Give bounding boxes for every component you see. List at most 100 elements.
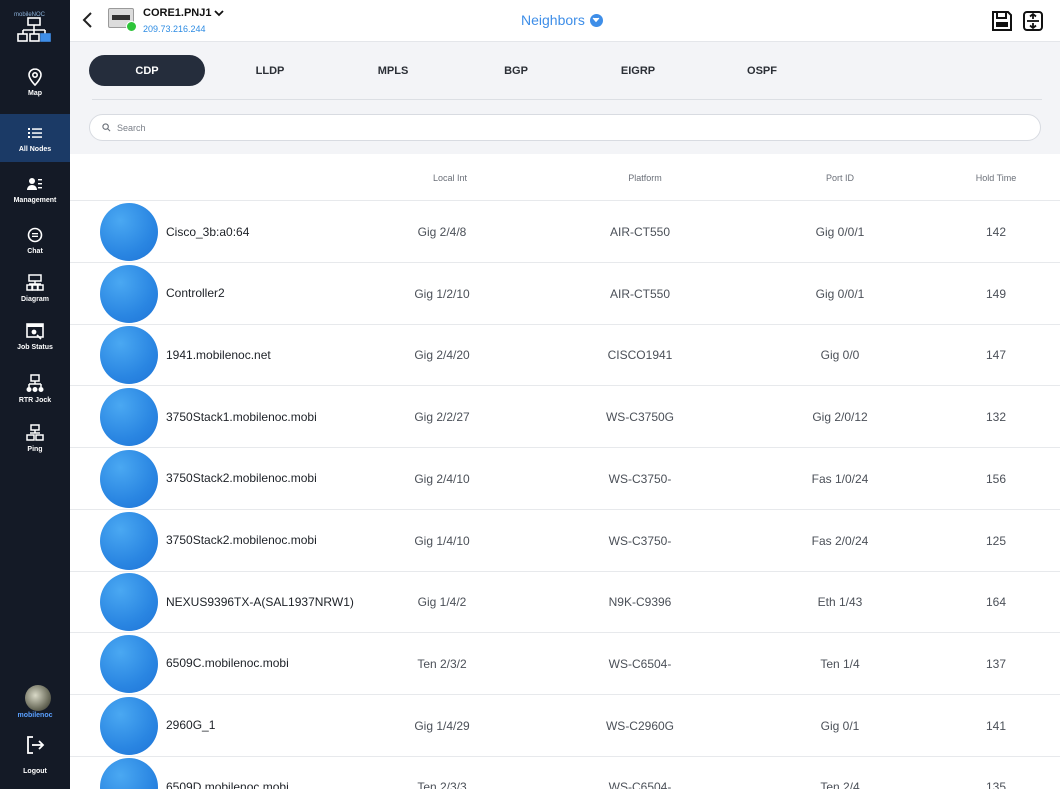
hold-time-cell: 147	[985, 348, 1007, 363]
sidebar-item-diagram[interactable]: Diagram	[0, 264, 70, 312]
logout-button[interactable]: Logout	[0, 734, 70, 782]
node-avatar	[100, 264, 158, 323]
sidebar-item-map[interactable]: Map	[0, 58, 70, 106]
sidebar-item-label: Map	[28, 90, 42, 97]
tab-eigrp[interactable]: EIGRP	[598, 55, 678, 86]
local-int-cell: Ten 2/3/2	[417, 656, 467, 671]
sidebar-item-label: Management	[13, 197, 57, 204]
table-row[interactable]: Cisco_3b:a0:64 Gig 2/4/8 AIR-CT550 Gig 0/0/…	[70, 201, 1060, 263]
sidebar-item-all-nodes[interactable]: All Nodes	[0, 114, 70, 162]
table-row[interactable]: NEXUS9396TX-A(SAL1937NRW1) Gig 1/4/2 N9K-C…	[70, 571, 1060, 634]
node-avatar	[100, 634, 158, 693]
neighbors-table: Local Int Platform Port ID Hold Time Cis…	[70, 154, 1060, 789]
search-icon	[102, 123, 111, 132]
chat-icon	[27, 227, 43, 243]
platform-cell: AIR-CT550	[609, 225, 671, 239]
rtr-jock-icon	[26, 374, 44, 392]
platform-cell: WS-C3750-	[608, 471, 672, 486]
node-avatar	[100, 573, 158, 632]
platform-cell: WS-C3750G	[605, 410, 675, 425]
table-header: Local Int Platform Port ID Hold Time	[70, 154, 1060, 201]
tab-cdp[interactable]: CDP	[89, 55, 205, 86]
sidebar: mobileNOC Map All Nodes Management Chat …	[0, 0, 70, 789]
search-box[interactable]	[89, 114, 1041, 141]
table-row[interactable]: 3750Stack2.mobilenoc.mobi Gig 1/4/10 WS-C3…	[70, 510, 1060, 572]
local-int-cell: Gig 2/4/8	[417, 225, 467, 239]
port-id-cell: Ten 2/4	[820, 780, 860, 789]
port-id-cell: Gig 0/0	[820, 348, 860, 363]
hold-time-cell: 141	[985, 718, 1007, 733]
table-row[interactable]: 3750Stack1.mobilenoc.mobi Gig 2/2/27 WS-C3…	[70, 386, 1060, 449]
table-row[interactable]: 3750Stack2.mobilenoc.mobi Gig 2/4/10 WS-C3…	[70, 448, 1060, 510]
user-avatar[interactable]	[25, 685, 51, 711]
local-int-cell: Gig 2/4/10	[414, 471, 470, 486]
hold-time-cell: 135	[985, 780, 1007, 789]
hold-time-cell: 137	[985, 656, 1007, 671]
page-title: Neighbors	[521, 12, 585, 28]
diagram-icon	[26, 274, 44, 291]
back-arrow-icon[interactable]	[80, 10, 96, 30]
column-header-platform: Platform	[628, 173, 662, 183]
platform-cell: N9K-C9396	[608, 595, 672, 610]
port-id-cell: Eth 1/43	[817, 595, 863, 610]
local-int-cell: Ten 2/3/3	[417, 780, 467, 789]
node-avatar	[100, 511, 158, 570]
hold-time-cell: 149	[985, 286, 1007, 301]
page-title-dropdown[interactable]: Neighbors	[521, 12, 603, 28]
port-id-cell: Gig 0/0/1	[815, 225, 865, 239]
hold-time-cell: 125	[985, 533, 1007, 548]
node-name: 1941.mobilenoc.net	[166, 347, 271, 362]
tab-bgp[interactable]: BGP	[476, 55, 556, 86]
node-name: 2960G_1	[166, 718, 216, 733]
local-int-cell: Gig 2/2/27	[414, 410, 470, 425]
hold-time-cell: 164	[985, 595, 1007, 610]
logout-icon	[27, 736, 45, 754]
sidebar-item-rtr-jock[interactable]: RTR Jock	[0, 365, 70, 413]
port-id-cell: Gig 2/0/12	[812, 410, 868, 425]
platform-cell: WS-C6504-	[608, 656, 672, 671]
platform-cell: CISCO1941	[607, 348, 673, 363]
chevron-down-icon	[214, 10, 225, 17]
node-name: 6509C.mobilenoc.mobi	[166, 656, 289, 671]
hold-time-cell: 132	[985, 410, 1007, 425]
tab-ospf[interactable]: OSPF	[722, 55, 802, 86]
protocol-tabs: CDP LLDP MPLS BGP EIGRP OSPF	[70, 42, 1060, 100]
app-logo: mobileNOC	[10, 8, 60, 48]
sidebar-item-ping[interactable]: Ping	[0, 414, 70, 462]
sidebar-item-chat[interactable]: Chat	[0, 216, 70, 264]
local-int-cell: Gig 2/4/20	[414, 348, 470, 363]
node-avatar	[100, 449, 158, 508]
table-row[interactable]: 6509D.mobilenoc.mobi Ten 2/3/3 WS-C6504- Te…	[70, 756, 1060, 789]
expand-collapse-icon[interactable]	[1021, 9, 1045, 33]
table-row[interactable]: 6509C.mobilenoc.mobi Ten 2/3/2 WS-C6504- Te…	[70, 633, 1060, 695]
save-icon[interactable]	[990, 9, 1014, 33]
hold-time-cell: 142	[985, 225, 1007, 239]
node-name: Cisco_3b:a0:64	[166, 224, 250, 239]
port-id-cell: Gig 0/0/1	[815, 286, 865, 301]
node-avatar	[100, 326, 158, 385]
sidebar-item-job-status[interactable]: Job Status	[0, 312, 70, 360]
sidebar-item-label: Diagram	[20, 296, 49, 303]
device-selector[interactable]: CORE1.PNJ1	[143, 7, 225, 19]
local-int-cell: Gig 1/4/29	[414, 718, 470, 733]
node-name: 3750Stack1.mobilenoc.mobi	[166, 409, 317, 424]
hold-time-cell: 156	[985, 471, 1007, 486]
platform-cell: WS-C2960G	[605, 718, 675, 733]
node-name: 3750Stack2.mobilenoc.mobi	[166, 471, 317, 486]
search-input[interactable]	[117, 122, 1017, 133]
tab-mpls[interactable]: MPLS	[353, 55, 433, 86]
table-row[interactable]: 1941.mobilenoc.net Gig 2/4/20 CISCO1941 Gig…	[70, 324, 1060, 387]
column-header-local-int: Local Int	[432, 173, 468, 183]
column-header-port-id: Port ID	[825, 173, 854, 183]
sidebar-item-label: Job Status	[17, 344, 53, 351]
port-id-cell: Fas 1/0/24	[811, 471, 869, 486]
table-row[interactable]: 2960G_1 Gig 1/4/29 WS-C2960G Gig 0/1 141	[70, 695, 1060, 757]
table-row[interactable]: Controller2 Gig 1/2/10 AIR-CT550 Gig 0/0/1 1…	[70, 263, 1060, 325]
node-name: Controller2	[166, 286, 225, 301]
device-ip: 209.73.216.244	[143, 24, 206, 34]
sidebar-item-management[interactable]: Management	[0, 165, 70, 213]
node-name: 3750Stack2.mobilenoc.mobi	[166, 533, 317, 547]
tab-lldp[interactable]: LLDP	[230, 55, 310, 86]
platform-cell: AIR-CT550	[609, 286, 671, 301]
node-name: 6509D.mobilenoc.mobi	[166, 779, 289, 789]
